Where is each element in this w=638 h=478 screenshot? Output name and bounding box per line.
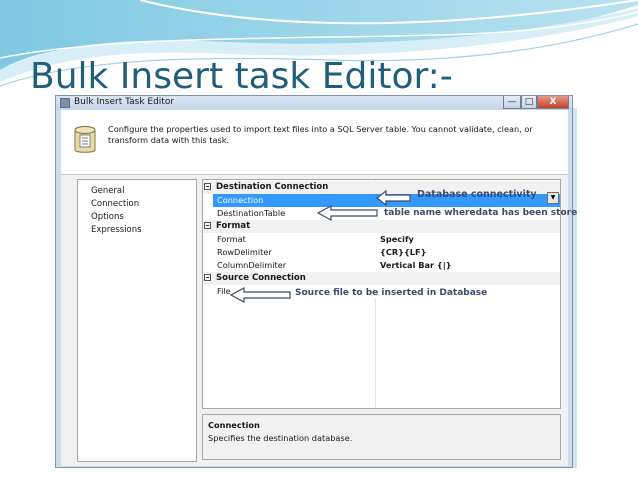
property-row-columndelimiter[interactable]: ColumnDelimiter Vertical Bar {|} [213, 259, 560, 272]
maximize-button[interactable]: □ [521, 96, 537, 109]
nav-item-connection[interactable]: Connection [91, 199, 139, 209]
property-name: ColumnDelimiter [217, 260, 287, 270]
annotation-database-connectivity: Database connectivity [417, 189, 537, 200]
description-title: Connection [208, 420, 260, 430]
window-titlebar[interactable]: Bulk Insert Task Editor — □ X [56, 96, 572, 110]
dropdown-arrow-icon[interactable]: ▼ [547, 192, 559, 204]
nav-item-general[interactable]: General [91, 186, 125, 196]
property-name: Connection [217, 195, 264, 205]
category-label: Format [216, 221, 251, 231]
property-row-format[interactable]: Format Specify [213, 233, 560, 246]
property-name: RowDelimiter [217, 247, 272, 257]
dialog-description: Configure the properties used to import … [108, 124, 533, 145]
collapse-icon[interactable] [204, 183, 211, 190]
property-name: DestinationTable [217, 208, 286, 218]
collapse-icon[interactable] [204, 222, 211, 229]
category-source-connection[interactable]: Source Connection [203, 272, 560, 285]
minimize-button[interactable]: — [503, 96, 521, 109]
connection-arrow-icon [376, 190, 411, 206]
page-navigation: General Connection Options Expressions [77, 179, 197, 462]
close-button[interactable]: X [537, 96, 569, 109]
description-text: Specifies the destination database. [208, 433, 353, 443]
property-value: Specify [380, 234, 414, 244]
window-title: Bulk Insert Task Editor [74, 97, 175, 107]
app-icon [60, 98, 70, 108]
slide-border-accent [573, 108, 577, 468]
database-task-icon [74, 126, 96, 153]
annotation-source-file: Source file to be inserted in Database [295, 288, 488, 298]
category-format[interactable]: Format [203, 220, 560, 233]
collapse-icon[interactable] [204, 274, 211, 281]
category-label: Destination Connection [216, 182, 329, 192]
slide-title: Bulk Insert task Editor:- [30, 56, 453, 97]
nav-item-expressions[interactable]: Expressions [91, 225, 142, 235]
property-name: Format [217, 234, 246, 244]
property-name: File [217, 286, 231, 296]
property-value: Vertical Bar {|} [380, 260, 452, 270]
destination-table-arrow-icon [317, 205, 378, 221]
bulk-insert-task-editor-window: Bulk Insert Task Editor — □ X Configure … [55, 95, 573, 468]
annotation-table-name: table name wheredata has been store [384, 208, 578, 218]
property-value: {CR}{LF} [380, 247, 427, 257]
property-description-panel: Connection Specifies the destination dat… [202, 414, 561, 460]
property-row-rowdelimiter[interactable]: RowDelimiter {CR}{LF} [213, 246, 560, 259]
nav-item-options[interactable]: Options [91, 212, 124, 222]
file-arrow-icon [230, 287, 291, 303]
dialog-header: Configure the properties used to import … [61, 110, 568, 175]
category-label: Source Connection [216, 273, 306, 283]
